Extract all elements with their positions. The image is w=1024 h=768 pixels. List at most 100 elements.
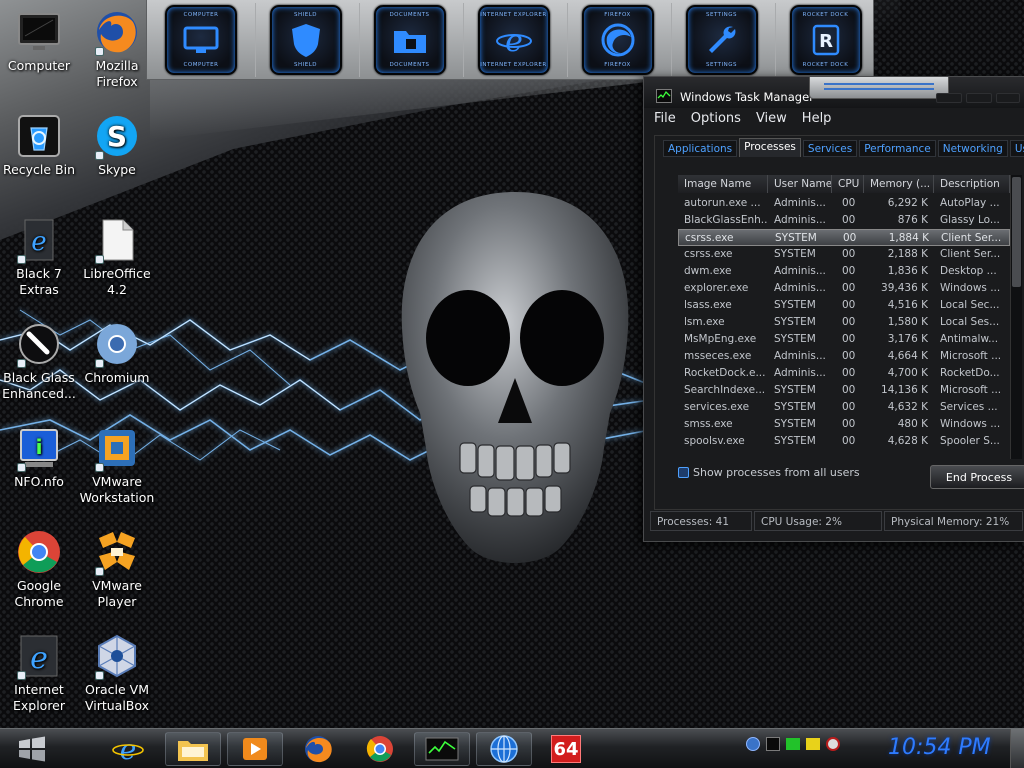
dock-item-internet-explorer[interactable]: INTERNET EXPLORER e INTERNET EXPLORER	[463, 3, 563, 77]
tab-networking[interactable]: Networking	[937, 140, 1008, 157]
dock-item-rocket-dock[interactable]: ROCKET DOCK R ROCKET DOCK	[775, 3, 875, 77]
taskbar-chrome[interactable]	[352, 732, 408, 766]
minimize-button[interactable]	[936, 93, 962, 103]
desktop-icon-mozilla-firefox[interactable]: Mozilla Firefox	[78, 8, 156, 90]
menu-file[interactable]: File	[654, 111, 676, 129]
table-row[interactable]: dwm.exe Adminis... 00 1,836 K Desktop ...	[678, 263, 1010, 280]
tray-volume-icon[interactable]	[826, 737, 840, 751]
table-row[interactable]: autorun.exe ... Adminis... 00 6,292 K AutoPl…	[678, 195, 1010, 212]
tab-services[interactable]: Services	[802, 140, 858, 157]
tab-users[interactable]: Users	[1009, 140, 1024, 157]
table-row[interactable]: smss.exe SYSTEM 00 480 K Windows ...	[678, 416, 1010, 433]
taskbar-media-player[interactable]	[227, 732, 283, 766]
table-cell: Antimalw...	[940, 333, 999, 345]
desktop-icon-skype[interactable]: S Skype	[78, 112, 156, 178]
skull-wallpaper	[401, 192, 629, 563]
desktop-icon-black7-extras[interactable]: e Black 7 Extras	[0, 216, 78, 298]
column-header-cpu[interactable]: CPU	[832, 175, 864, 193]
table-cell: 00	[842, 214, 856, 226]
menu-view[interactable]: View	[756, 111, 787, 129]
title-bar[interactable]: Windows Task Manager	[644, 77, 1024, 108]
firefox-icon	[93, 8, 141, 56]
dock-item-settings[interactable]: SETTINGS SETTINGS	[671, 3, 771, 77]
table-cell: Client Ser...	[940, 248, 1001, 260]
table-cell: 00	[842, 367, 856, 379]
table-row[interactable]: spoolsv.exe SYSTEM 00 4,628 K Spooler S...	[678, 433, 1010, 450]
tray-action-center-icon[interactable]	[806, 738, 820, 750]
taskbar-clock[interactable]: 10:54 PM	[888, 735, 991, 760]
end-process-button[interactable]: End Process	[930, 465, 1024, 489]
table-row[interactable]: BlackGlassEnh... Adminis... 00 876 K Glassy …	[678, 212, 1010, 229]
table-row[interactable]: csrss.exe SYSTEM 00 2,188 K Client Ser...	[678, 246, 1010, 263]
table-cell: csrss.exe	[684, 248, 733, 260]
column-header-user-name[interactable]: User Name	[768, 175, 832, 193]
table-row[interactable]: csrss.exe SYSTEM 00 1,884 K Client Ser...	[678, 229, 1010, 246]
show-desktop-button[interactable]	[1010, 729, 1024, 768]
table-cell: 00	[842, 265, 856, 277]
table-row[interactable]: explorer.exe Adminis... 00 39,436 K Windows …	[678, 280, 1010, 297]
table-row[interactable]: lsass.exe SYSTEM 00 4,516 K Local Sec...	[678, 297, 1010, 314]
desktop-icon-internet-explorer[interactable]: e Internet Explorer	[0, 632, 78, 714]
desktop-icon-vmware-workstation[interactable]: VMware Workstation	[78, 424, 156, 506]
desktop-icon-recycle-bin[interactable]: Recycle Bin	[0, 112, 78, 178]
table-row[interactable]: SearchIndexe... SYSTEM 00 14,136 K Microsoft…	[678, 382, 1010, 399]
taskbar-explorer[interactable]	[165, 732, 221, 766]
desktop-icon-google-chrome[interactable]: Google Chrome	[0, 528, 78, 610]
tab-performance[interactable]: Performance	[859, 140, 936, 157]
desktop-icon-black-glass[interactable]: Black Glass Enhanced...	[0, 320, 78, 402]
maximize-button[interactable]	[966, 93, 992, 103]
column-header-image-name[interactable]: Image Name	[678, 175, 768, 193]
dock-item-documents[interactable]: DOCUMENTS DOCUMENTS	[359, 3, 459, 77]
taskbar-firefox[interactable]	[290, 732, 346, 766]
table-cell: 4,664 K	[887, 350, 928, 362]
tray-network-icon[interactable]	[746, 737, 760, 751]
taskbar-task-manager[interactable]	[414, 732, 470, 766]
tray-taskmgr-icon[interactable]	[766, 737, 780, 751]
dock-item-computer[interactable]: COMPUTER COMPUTER	[151, 3, 251, 77]
taskbar-globe[interactable]	[476, 732, 532, 766]
tab-processes[interactable]: Processes	[739, 138, 801, 157]
scrollbar-thumb[interactable]	[1012, 177, 1021, 287]
shortcut-arrow-icon	[95, 255, 104, 264]
table-row[interactable]: RocketDock.e... Adminis... 00 4,700 K Rocket…	[678, 365, 1010, 382]
column-header-description[interactable]: Description	[934, 175, 1010, 193]
column-header-memory[interactable]: Memory (...	[864, 175, 934, 193]
menu-options[interactable]: Options	[691, 111, 741, 129]
show-all-processes-checkbox[interactable]: Show processes from all users	[678, 466, 860, 479]
svg-text:R: R	[819, 31, 833, 52]
tray-flag-icon[interactable]	[786, 738, 800, 750]
desktop-icon-chromium[interactable]: Chromium	[78, 320, 156, 386]
table-cell: 00	[842, 282, 856, 294]
tab-applications[interactable]: Applications	[663, 140, 738, 157]
table-row[interactable]: msseces.exe Adminis... 00 4,664 K Microsoft …	[678, 348, 1010, 365]
table-cell: BlackGlassEnh...	[684, 214, 768, 226]
firefox-icon	[305, 736, 332, 763]
task-manager-icon	[656, 89, 672, 103]
desktop-icon-computer[interactable]: Computer	[0, 8, 78, 74]
dock-item-firefox[interactable]: FIREFOX FIREFOX	[567, 3, 667, 77]
close-button[interactable]	[996, 93, 1020, 103]
rocketdock-icon: R	[812, 24, 839, 56]
table-row[interactable]: services.exe SYSTEM 00 4,632 K Services ...	[678, 399, 1010, 416]
window-grip[interactable]	[809, 77, 949, 99]
table-cell: 1,580 K	[887, 316, 928, 328]
dock-item-shield[interactable]: SHIELD SHIELD	[255, 3, 355, 77]
desktop-icon-vmware-player[interactable]: VMware Player	[78, 528, 156, 610]
table-row[interactable]: MsMpEng.exe SYSTEM 00 3,176 K Antimalw...	[678, 331, 1010, 348]
taskbar-ie[interactable]: e	[100, 732, 156, 766]
table-cell: 00	[842, 435, 856, 447]
table-cell: spoolsv.exe	[684, 435, 745, 447]
shortcut-arrow-icon	[17, 255, 26, 264]
chromium-icon	[93, 320, 141, 368]
virtualbox-icon	[93, 632, 141, 680]
desktop-icon-nfo[interactable]: i NFO.nfo	[0, 424, 78, 490]
table-row[interactable]: lsm.exe SYSTEM 00 1,580 K Local Ses...	[678, 314, 1010, 331]
globe-icon	[490, 735, 518, 763]
desktop-icon-virtualbox[interactable]: Oracle VM VirtualBox	[78, 632, 156, 714]
taskbar-64bit-checker[interactable]: 64	[538, 732, 594, 766]
vertical-scrollbar[interactable]	[1010, 175, 1022, 459]
table-cell: 4,700 K	[887, 367, 928, 379]
desktop-icon-libreoffice[interactable]: LibreOffice 4.2	[78, 216, 156, 298]
menu-help[interactable]: Help	[802, 111, 832, 129]
start-button[interactable]	[2, 731, 62, 767]
